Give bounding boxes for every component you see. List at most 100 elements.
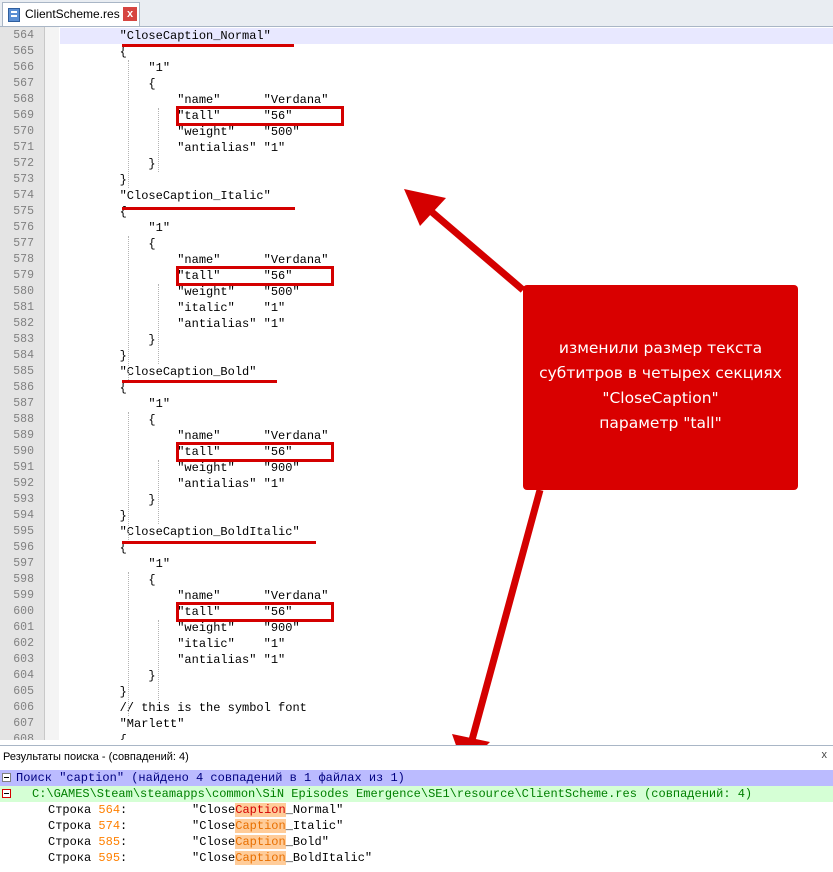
code-line[interactable]: 599 "name" "Verdana" xyxy=(0,588,833,604)
code-line[interactable]: 566 "1" xyxy=(0,60,833,76)
code-text: "italic" "1" xyxy=(62,637,286,651)
line-number: 572 xyxy=(13,157,34,170)
code-text: "antialias" "1" xyxy=(62,317,286,331)
line-number: 594 xyxy=(13,509,34,522)
code-line[interactable]: 567 { xyxy=(0,76,833,92)
hit-pre: "Close xyxy=(192,851,236,865)
indent-guide xyxy=(128,60,129,188)
annotation-callout: изменили размер текста субтитров в четыр… xyxy=(523,285,798,490)
code-line[interactable]: 595 "CloseCaption_BoldItalic" xyxy=(0,524,833,540)
code-text: "weight" "900" xyxy=(62,461,300,475)
code-line[interactable]: 606 // this is the symbol font xyxy=(0,700,833,716)
line-number: 573 xyxy=(13,173,34,186)
line-number: 570 xyxy=(13,125,34,138)
search-file-path: C:\GAMES\Steam\steamapps\common\SiN Epis… xyxy=(32,787,753,801)
code-line[interactable]: 577 { xyxy=(0,236,833,252)
code-text: { xyxy=(62,205,127,219)
search-hit-row[interactable]: Строка 574: "CloseCaption_Italic" xyxy=(0,818,833,834)
line-number: 588 xyxy=(13,413,34,426)
line-number: 598 xyxy=(13,573,34,586)
hit-separator: : xyxy=(120,835,193,849)
hit-match: Caption xyxy=(235,819,286,833)
code-text: "CloseCaption_Normal" xyxy=(62,29,271,43)
code-line[interactable]: 578 "name" "Verdana" xyxy=(0,252,833,268)
code-line[interactable]: 570 "weight" "500" xyxy=(0,124,833,140)
line-number: 583 xyxy=(13,333,34,346)
line-number: 607 xyxy=(13,717,34,730)
hit-separator: : xyxy=(120,851,193,865)
underline-closecaption-bolditalic xyxy=(122,541,316,544)
code-text: "weight" "500" xyxy=(62,285,300,299)
code-text: "antialias" "1" xyxy=(62,477,286,491)
line-number: 601 xyxy=(13,621,34,634)
line-number: 567 xyxy=(13,77,34,90)
hit-match: Caption xyxy=(235,803,286,817)
code-text: // this is the symbol font xyxy=(62,701,307,715)
line-number: 584 xyxy=(13,349,34,362)
callout-line-2: субтитров в четырех секциях xyxy=(539,364,782,382)
code-text: "CloseCaption_BoldItalic" xyxy=(62,525,300,539)
search-hit-row[interactable]: Строка 585: "CloseCaption_Bold" xyxy=(0,834,833,850)
search-header-row[interactable]: Поиск "caption" (найдено 4 совпадений в … xyxy=(0,770,833,786)
code-line[interactable]: 576 "1" xyxy=(0,220,833,236)
indent-guide xyxy=(158,460,159,524)
collapse-icon[interactable] xyxy=(2,773,11,782)
line-number: 597 xyxy=(13,557,34,570)
line-number: 593 xyxy=(13,493,34,506)
hit-line-number: 585 xyxy=(98,835,121,849)
hit-post: _Normal" xyxy=(285,803,344,817)
code-line[interactable]: 600 "tall" "56" xyxy=(0,604,833,620)
code-line[interactable]: 571 "antialias" "1" xyxy=(0,140,833,156)
code-line[interactable]: 602 "italic" "1" xyxy=(0,636,833,652)
code-line[interactable]: 573 } xyxy=(0,172,833,188)
line-number: 579 xyxy=(13,269,34,282)
code-text: } xyxy=(62,493,156,507)
code-line[interactable]: 605 } xyxy=(0,684,833,700)
code-line[interactable]: 564 "CloseCaption_Normal" xyxy=(0,28,833,44)
underline-closecaption-italic xyxy=(122,207,295,210)
code-line[interactable]: 598 { xyxy=(0,572,833,588)
search-hit-text: Строка 574: "CloseCaption_Italic" xyxy=(48,818,343,834)
line-number: 575 xyxy=(13,205,34,218)
code-line[interactable]: 601 "weight" "900" xyxy=(0,620,833,636)
tab-clientscheme[interactable]: ClientScheme.res x xyxy=(2,2,140,26)
code-line[interactable]: 574 "CloseCaption_Italic" xyxy=(0,188,833,204)
code-line[interactable]: 608 { xyxy=(0,732,833,740)
code-text: "1" xyxy=(62,557,171,571)
code-line[interactable]: 594 } xyxy=(0,508,833,524)
line-number: 589 xyxy=(13,429,34,442)
search-hit-text: Строка 564: "CloseCaption_Normal" xyxy=(48,802,343,818)
code-line[interactable]: 568 "name" "Verdana" xyxy=(0,92,833,108)
code-line[interactable]: 607 "Marlett" xyxy=(0,716,833,732)
highlight-box-tall-579 xyxy=(176,266,334,286)
hit-pre: "Close xyxy=(192,835,236,849)
search-hit-row[interactable]: Строка 564: "CloseCaption_Normal" xyxy=(0,802,833,818)
callout-line-3: "CloseCaption" xyxy=(602,389,719,407)
hit-prefix: Строка xyxy=(48,819,99,833)
code-text: { xyxy=(62,413,156,427)
code-line[interactable]: 569 "tall" "56" xyxy=(0,108,833,124)
line-number: 582 xyxy=(13,317,34,330)
close-tab-icon[interactable]: x xyxy=(123,7,137,21)
search-file-row[interactable]: C:\GAMES\Steam\steamapps\common\SiN Epis… xyxy=(0,786,833,802)
code-line[interactable]: 597 "1" xyxy=(0,556,833,572)
line-number: 565 xyxy=(13,45,34,58)
search-results-panel: Результаты поиска - (совпадений: 4) x По… xyxy=(0,745,833,872)
code-text: { xyxy=(62,77,156,91)
close-results-icon[interactable]: x xyxy=(822,749,828,761)
code-line[interactable]: 579 "tall" "56" xyxy=(0,268,833,284)
hit-prefix: Строка xyxy=(48,851,99,865)
code-line[interactable]: 572 } xyxy=(0,156,833,172)
code-line[interactable]: 603 "antialias" "1" xyxy=(0,652,833,668)
code-text: } xyxy=(62,509,127,523)
collapse-icon[interactable] xyxy=(2,789,11,798)
search-hit-row[interactable]: Строка 595: "CloseCaption_BoldItalic" xyxy=(0,850,833,866)
line-number: 590 xyxy=(13,445,34,458)
line-number: 602 xyxy=(13,637,34,650)
code-line[interactable]: 604 } xyxy=(0,668,833,684)
file-icon xyxy=(8,8,20,22)
underline-closecaption-normal xyxy=(122,44,294,47)
callout-line-1: изменили размер текста xyxy=(558,339,763,357)
line-number: 603 xyxy=(13,653,34,666)
code-line[interactable]: 593 } xyxy=(0,492,833,508)
